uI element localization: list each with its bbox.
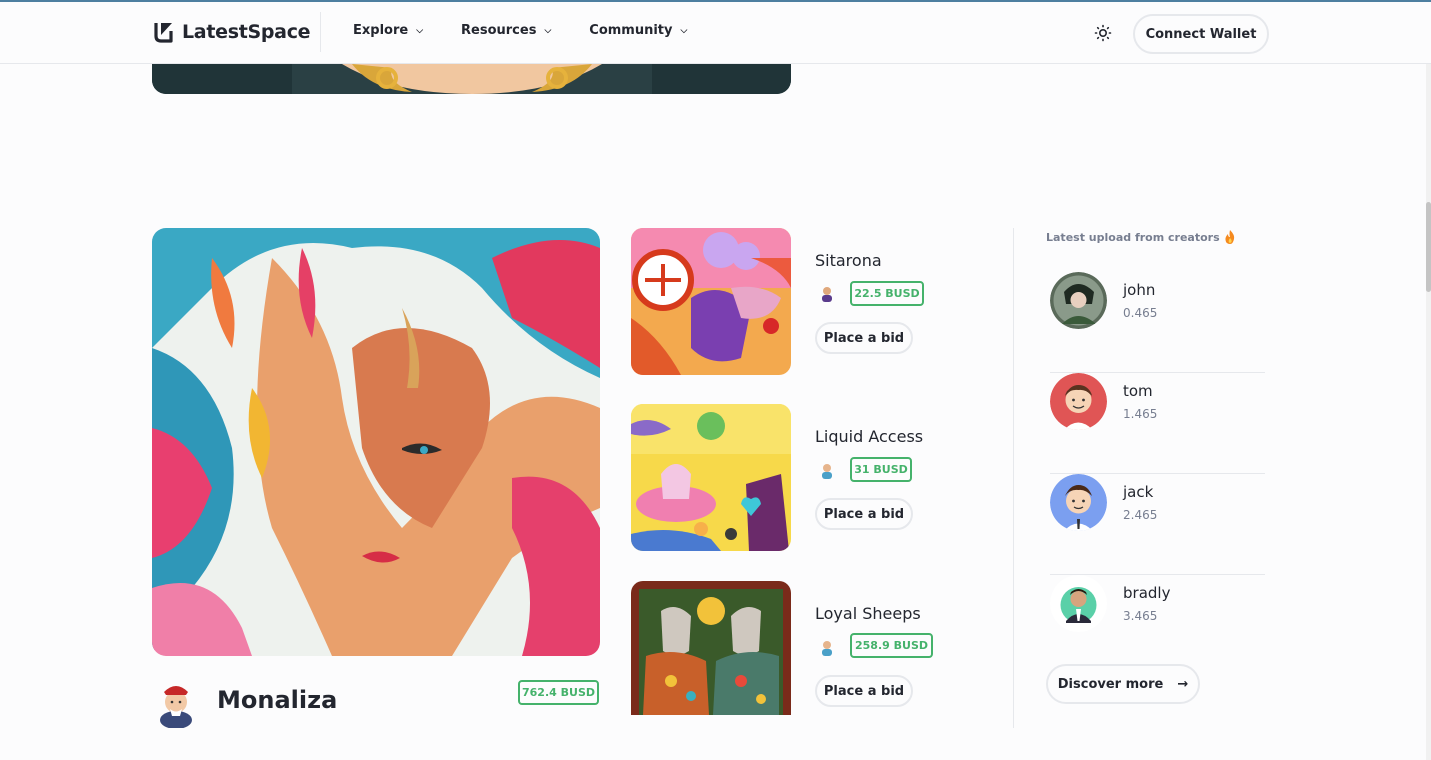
item-loyal-sheeps-image[interactable] [631,581,791,715]
sun-icon [1094,24,1112,42]
avatar [1050,373,1107,430]
item-price-badge: 31 BUSD [850,457,912,482]
nav-community[interactable]: Community ⌵ [589,23,687,38]
item-price-badge: 258.9 BUSD [850,633,933,658]
nav-community-label: Community [589,23,673,38]
hero-banner-image [152,64,791,94]
featured-creator-avatar[interactable] [152,676,200,729]
brand-logo[interactable]: LatestSpace [152,20,311,44]
featured-artwork-image[interactable] [152,228,600,656]
creator-list-item[interactable]: john 0.465 [1050,272,1265,373]
nav-explore[interactable]: Explore ⌵ [353,23,423,38]
scrollbar-thumb[interactable] [1426,202,1431,292]
avatar [1050,474,1107,531]
chevron-down-icon: ⌵ [416,25,424,36]
avatar [1050,272,1107,329]
main-nav: Explore ⌵ Resources ⌵ Community ⌵ [353,23,687,38]
arrow-right-icon: → [1177,676,1189,692]
item-title: Loyal Sheeps [815,604,921,623]
featured-price-badge: 762.4 BUSD [518,680,599,705]
place-bid-button[interactable]: Place a bid [815,322,913,354]
creator-value: 0.465 [1123,306,1158,320]
place-bid-button[interactable]: Place a bid [815,498,913,530]
item-liquid-access-image[interactable] [631,404,791,551]
item-creator-avatar[interactable] [818,284,836,302]
sidebar-heading: Latest upload from creators [1046,230,1236,244]
page-scrollbar[interactable] [1426,64,1431,760]
chevron-down-icon: ⌵ [680,25,688,36]
creator-list-item[interactable]: tom 1.465 [1050,373,1265,474]
creator-list-item[interactable]: jack 2.465 [1050,474,1265,575]
sidebar-divider [1013,228,1014,728]
creator-value: 2.465 [1123,508,1158,522]
item-title: Sitarona [815,251,882,270]
item-creator-avatar[interactable] [818,638,836,656]
fire-icon [1225,230,1234,244]
item-sitarona-image[interactable] [631,228,791,375]
discover-more-button[interactable]: Discover more → [1046,664,1200,704]
sidebar-heading-label: Latest upload from creators [1046,230,1220,244]
brand-name: LatestSpace [182,21,311,43]
discover-more-label: Discover more [1057,676,1164,692]
creator-name: john [1123,281,1156,299]
nav-resources[interactable]: Resources ⌵ [461,23,551,38]
logo-icon [154,23,173,43]
header-divider [320,12,321,52]
avatar [1050,575,1107,632]
featured-title: Monaliza [217,686,338,714]
creator-name: jack [1123,483,1154,501]
creator-value: 1.465 [1123,407,1158,421]
creator-name: tom [1123,382,1153,400]
theme-toggle-button[interactable] [1092,22,1114,44]
creator-name: bradly [1123,584,1171,602]
item-creator-avatar[interactable] [818,461,836,479]
item-price-badge: 22.5 BUSD [850,281,924,306]
chevron-down-icon: ⌵ [544,25,552,36]
creator-list-item[interactable]: bradly 3.465 [1050,575,1265,676]
creator-value: 3.465 [1123,609,1158,623]
nav-explore-label: Explore [353,23,409,38]
item-title: Liquid Access [815,427,924,446]
place-bid-button[interactable]: Place a bid [815,675,913,707]
site-header: LatestSpace Explore ⌵ Resources ⌵ Commun… [0,2,1431,64]
nav-resources-label: Resources [461,23,537,38]
connect-wallet-button[interactable]: Connect Wallet [1133,14,1269,54]
